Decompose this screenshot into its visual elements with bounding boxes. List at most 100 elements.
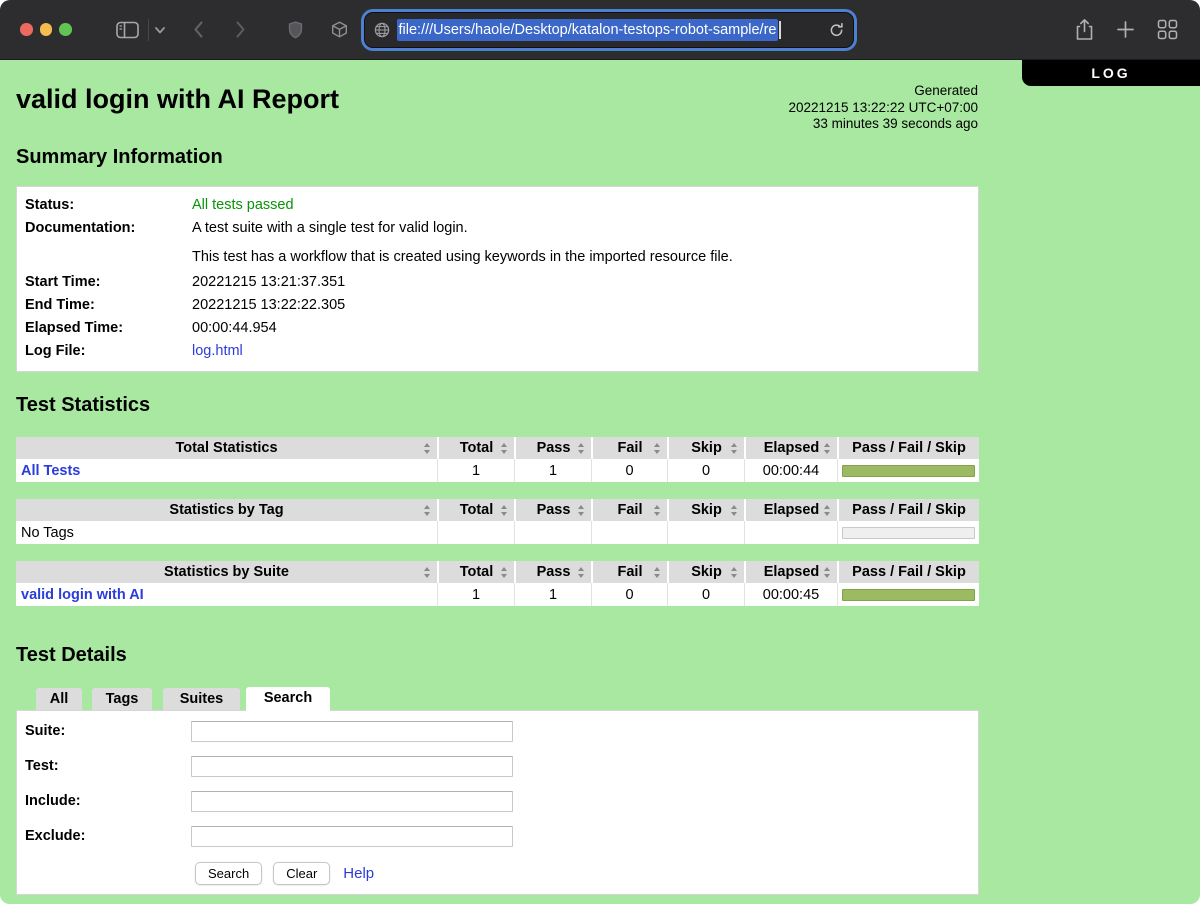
status-label: Status:	[25, 194, 192, 217]
summary-row-start-time: Start Time: 20221215 13:21:37.351	[25, 271, 970, 294]
col-header-fail[interactable]: Fail	[591, 499, 667, 521]
documentation-line1: A test suite with a single test for vali…	[192, 217, 468, 240]
back-icon[interactable]	[192, 20, 205, 39]
elapsed-value: 00:00:44.954	[192, 317, 277, 340]
sort-icon[interactable]	[423, 567, 432, 578]
col-header-pass[interactable]: Pass	[514, 499, 591, 521]
suite-input[interactable]	[191, 721, 513, 742]
tab-search[interactable]: Search	[246, 687, 330, 711]
reload-icon[interactable]	[829, 22, 844, 38]
sort-icon[interactable]	[423, 443, 432, 454]
col-header-elapsed[interactable]: Elapsed	[744, 499, 837, 521]
help-link[interactable]: Help	[343, 865, 374, 882]
log-file-link[interactable]: log.html	[192, 343, 243, 359]
elapsed-cell	[744, 521, 837, 544]
window-controls	[20, 23, 72, 36]
sort-icon[interactable]	[823, 505, 832, 516]
start-time-label: Start Time:	[25, 271, 192, 294]
chevron-down-icon[interactable]	[153, 23, 167, 37]
col-header-skip[interactable]: Skip	[667, 561, 744, 583]
summary-row-documentation: Documentation: A test suite with a singl…	[25, 217, 970, 240]
col-header-total[interactable]: Total	[437, 561, 514, 583]
sort-icon[interactable]	[500, 567, 509, 578]
sort-icon[interactable]	[500, 505, 509, 516]
col-header-elapsed[interactable]: Elapsed	[744, 437, 837, 459]
sort-icon[interactable]	[730, 567, 739, 578]
sort-icon[interactable]	[823, 443, 832, 454]
url-text-wrap: file:///Users/haole/Desktop/katalon-test…	[397, 19, 823, 41]
search-button[interactable]: Search	[195, 862, 262, 885]
fail-cell: 0	[591, 459, 667, 482]
col-header-elapsed[interactable]: Elapsed	[744, 561, 837, 583]
sort-icon[interactable]	[423, 505, 432, 516]
col-header-total[interactable]: Total	[437, 499, 514, 521]
tab-suites[interactable]: Suites	[163, 688, 240, 710]
sort-icon[interactable]	[653, 505, 662, 516]
pass-fail-skip-bar	[842, 589, 975, 601]
close-button[interactable]	[20, 23, 33, 36]
skip-cell: 0	[667, 459, 744, 482]
table-row: valid login with AI 1 1 0 0 00:00:45	[16, 583, 979, 606]
zoom-button[interactable]	[59, 23, 72, 36]
total-cell: 1	[437, 583, 514, 606]
clear-button[interactable]: Clear	[273, 862, 330, 885]
sort-icon[interactable]	[653, 443, 662, 454]
tab-overview-icon[interactable]	[1157, 19, 1178, 40]
summary-row-end-time: End Time: 20221215 13:22:22.305	[25, 294, 970, 317]
documentation-label: Documentation:	[25, 217, 192, 240]
fail-cell: 0	[591, 583, 667, 606]
col-header-pass[interactable]: Pass	[514, 561, 591, 583]
test-input[interactable]	[191, 756, 513, 777]
sort-icon[interactable]	[500, 443, 509, 454]
new-tab-icon[interactable]	[1116, 20, 1135, 39]
minimize-button[interactable]	[40, 23, 53, 36]
col-header-total-statistics[interactable]: Total Statistics	[16, 437, 437, 459]
tab-all[interactable]: All	[36, 688, 82, 710]
sort-icon[interactable]	[577, 567, 586, 578]
col-header-skip[interactable]: Skip	[667, 499, 744, 521]
form-row-include: Include:	[25, 791, 978, 812]
sort-icon[interactable]	[730, 505, 739, 516]
log-button[interactable]: LOG	[1022, 60, 1200, 86]
forward-icon[interactable]	[234, 20, 247, 39]
col-header-fail[interactable]: Fail	[591, 437, 667, 459]
col-header-statistics-by-suite[interactable]: Statistics by Suite	[16, 561, 437, 583]
sort-icon[interactable]	[577, 443, 586, 454]
form-row-test: Test:	[25, 756, 978, 777]
col-header-statistics-by-tag[interactable]: Statistics by Tag	[16, 499, 437, 521]
details-heading: Test Details	[0, 623, 1200, 667]
tab-tags[interactable]: Tags	[92, 688, 152, 710]
pass-fail-skip-bar	[842, 527, 975, 539]
address-bar[interactable]: file:///Users/haole/Desktop/katalon-test…	[364, 12, 854, 48]
status-value: All tests passed	[192, 194, 294, 217]
suite-link[interactable]: valid login with AI	[21, 587, 144, 603]
sidebar-icon[interactable]	[116, 21, 139, 39]
statistics-by-suite-table: Statistics by Suite Total Pass Fail Skip…	[16, 561, 979, 606]
col-header-pass-fail-skip: Pass / Fail / Skip	[837, 437, 979, 459]
start-time-value: 20221215 13:21:37.351	[192, 271, 345, 294]
share-icon[interactable]	[1075, 18, 1094, 41]
statistics-by-tag-table: Statistics by Tag Total Pass Fail Skip E…	[16, 499, 979, 544]
extensions-cube-icon[interactable]	[331, 21, 348, 38]
skip-cell	[667, 521, 744, 544]
details-tabs: All Tags Suites Search	[36, 687, 1200, 710]
form-row-exclude: Exclude:	[25, 826, 978, 847]
sort-icon[interactable]	[730, 443, 739, 454]
sort-icon[interactable]	[577, 505, 586, 516]
browser-window: file:///Users/haole/Desktop/katalon-test…	[0, 0, 1200, 904]
col-header-pass[interactable]: Pass	[514, 437, 591, 459]
summary-heading: Summary Information	[0, 115, 1200, 169]
col-header-fail[interactable]: Fail	[591, 561, 667, 583]
report-page: LOG Generated 20221215 13:22:22 UTC+07:0…	[0, 60, 1200, 904]
sort-icon[interactable]	[823, 567, 832, 578]
exclude-input[interactable]	[191, 826, 513, 847]
summary-row-status: Status: All tests passed	[25, 194, 970, 217]
shield-icon[interactable]	[288, 21, 303, 39]
generated-label: Generated	[788, 83, 978, 100]
search-panel: Suite: Test: Include: Exclude: Search Cl…	[16, 710, 979, 895]
col-header-total[interactable]: Total	[437, 437, 514, 459]
include-input[interactable]	[191, 791, 513, 812]
sort-icon[interactable]	[653, 567, 662, 578]
col-header-skip[interactable]: Skip	[667, 437, 744, 459]
all-tests-link[interactable]: All Tests	[21, 463, 80, 479]
